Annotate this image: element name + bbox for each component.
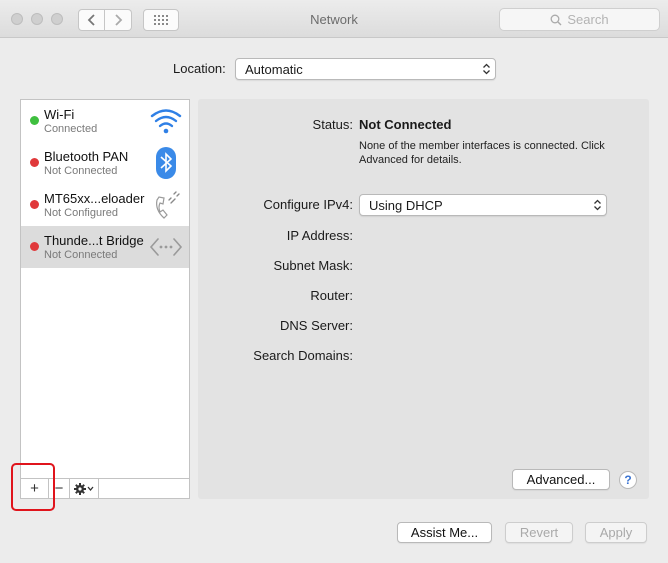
status-dot [30, 116, 39, 125]
status-description: None of the member interfaces is connect… [359, 140, 605, 166]
bridge-icon [149, 238, 183, 256]
status-dot [30, 242, 39, 251]
wifi-icon [150, 109, 182, 134]
location-popup[interactable]: Automatic [235, 58, 496, 80]
configure-ipv4-popup[interactable]: Using DHCP [359, 194, 607, 216]
service-list[interactable]: Wi-Fi Connected Bluetooth PAN Not Connec… [20, 99, 190, 479]
service-item-wifi[interactable]: Wi-Fi Connected [21, 100, 189, 142]
title-bar: Network Search [0, 0, 668, 38]
dns-server-label: DNS Server: [280, 318, 353, 333]
configure-ipv4-value: Using DHCP [369, 197, 443, 213]
assist-me-button[interactable]: Assist Me... [397, 522, 492, 543]
search-icon [550, 14, 562, 25]
service-name: Wi-Fi [44, 107, 75, 122]
search-field[interactable]: Search [499, 8, 660, 31]
service-status: Not Connected [44, 165, 118, 177]
phone-icon [156, 191, 180, 219]
apply-button[interactable]: Apply [585, 522, 647, 543]
configure-ipv4-label: Configure IPv4: [263, 197, 353, 212]
location-label: Location: [173, 61, 226, 76]
gear-icon [74, 482, 94, 495]
subnet-mask-label: Subnet Mask: [273, 258, 354, 273]
router-label: Router: [310, 288, 353, 303]
location-value: Automatic [245, 61, 303, 77]
service-item-bluetooth-pan[interactable]: Bluetooth PAN Not Connected [21, 142, 189, 184]
revert-button[interactable]: Revert [505, 522, 573, 543]
help-button[interactable]: ? [619, 471, 637, 489]
search-domains-label: Search Domains: [253, 348, 353, 363]
status-label: Status: [312, 117, 353, 132]
search-placeholder: Search [567, 12, 609, 27]
updown-arrows-icon [594, 199, 601, 211]
service-status: Not Connected [44, 249, 118, 261]
chevron-down-icon [87, 486, 94, 491]
status-value: Not Connected [359, 117, 452, 132]
updown-arrows-icon [483, 63, 490, 75]
service-name: Bluetooth PAN [44, 149, 129, 164]
ip-address-label: IP Address: [286, 228, 353, 243]
service-name: MT65xx...eloader [44, 191, 145, 206]
status-dot [30, 158, 39, 167]
service-item-thunderbolt-bridge[interactable]: Thunde...t Bridge Not Connected [21, 226, 189, 268]
annotation-highlight-box [11, 463, 55, 511]
service-name: Thunde...t Bridge [44, 233, 144, 248]
service-item-mt65xx[interactable]: MT65xx...eloader Not Configured [21, 184, 189, 226]
service-status: Connected [44, 123, 98, 135]
service-status: Not Configured [44, 207, 118, 219]
action-menu-button[interactable] [69, 479, 99, 498]
bluetooth-icon [156, 147, 176, 179]
status-dot [30, 200, 39, 209]
advanced-button[interactable]: Advanced... [512, 469, 610, 490]
